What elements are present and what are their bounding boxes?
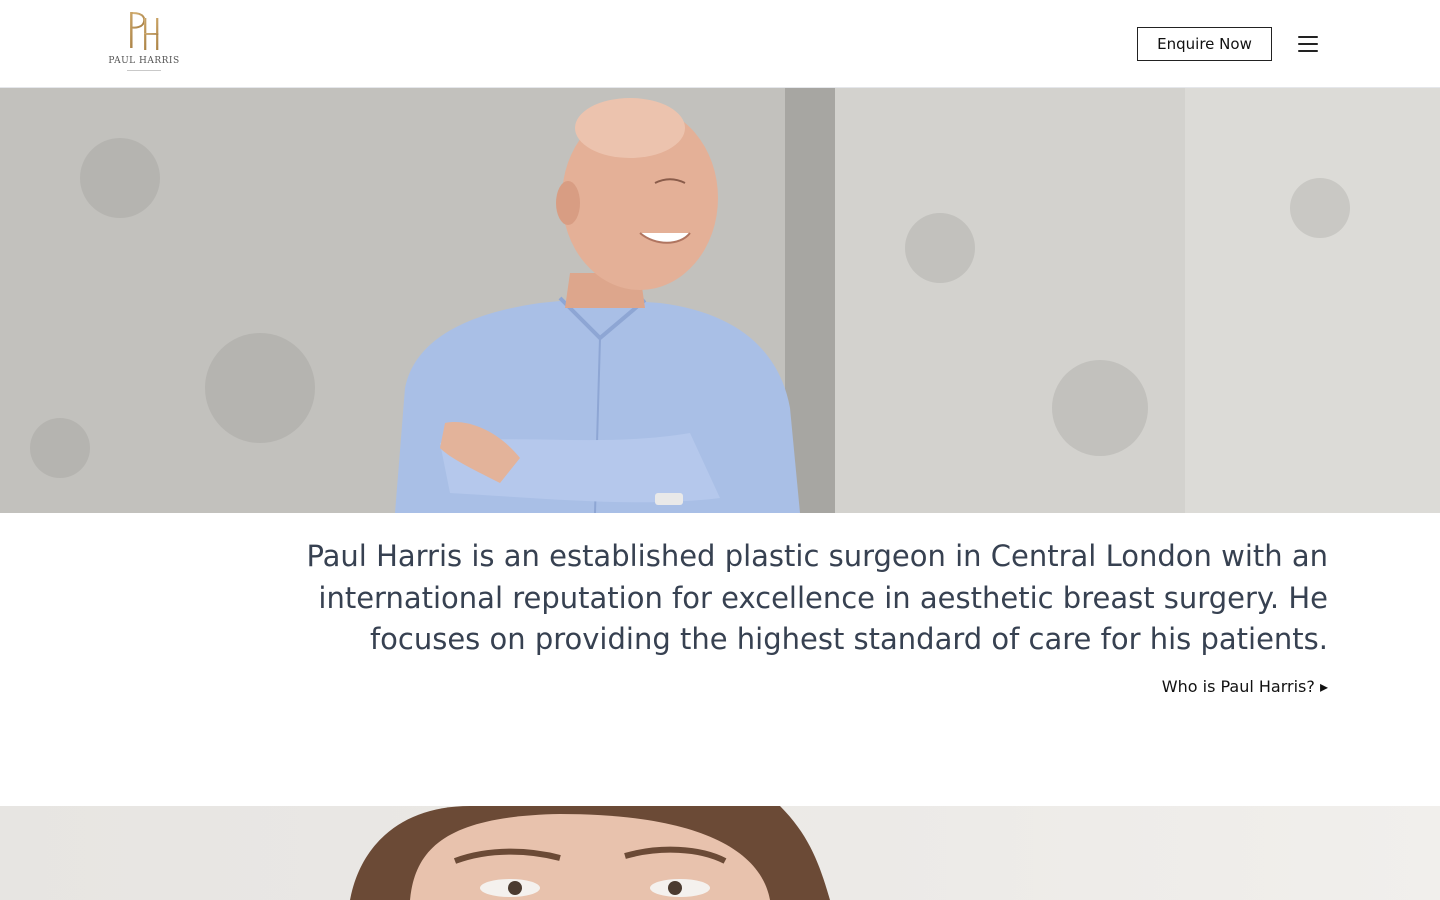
menu-bar (1298, 50, 1318, 52)
enquire-now-button[interactable]: Enquire Now (1137, 27, 1272, 61)
menu-bar (1298, 43, 1318, 45)
intro-section: Paul Harris is an established plastic su… (300, 536, 1328, 696)
intro-paragraph: Paul Harris is an established plastic su… (306, 539, 1328, 656)
logo[interactable]: PAUL HARRIS (108, 10, 180, 78)
hamburger-menu-icon[interactable] (1296, 33, 1320, 55)
menu-bar (1298, 36, 1318, 38)
logo-name: PAUL HARRIS (108, 56, 180, 66)
ph-monogram-icon (130, 12, 159, 50)
site-header: PAUL HARRIS Enquire Now (0, 0, 1440, 88)
who-is-paul-harris-link[interactable]: Who is Paul Harris? ▸ (1162, 677, 1328, 696)
hero-image (0, 88, 1440, 513)
surgeon-portrait-illustration (0, 88, 1440, 513)
woman-portrait-illustration (350, 806, 830, 900)
second-image (0, 806, 1440, 900)
logo-divider (127, 70, 161, 71)
